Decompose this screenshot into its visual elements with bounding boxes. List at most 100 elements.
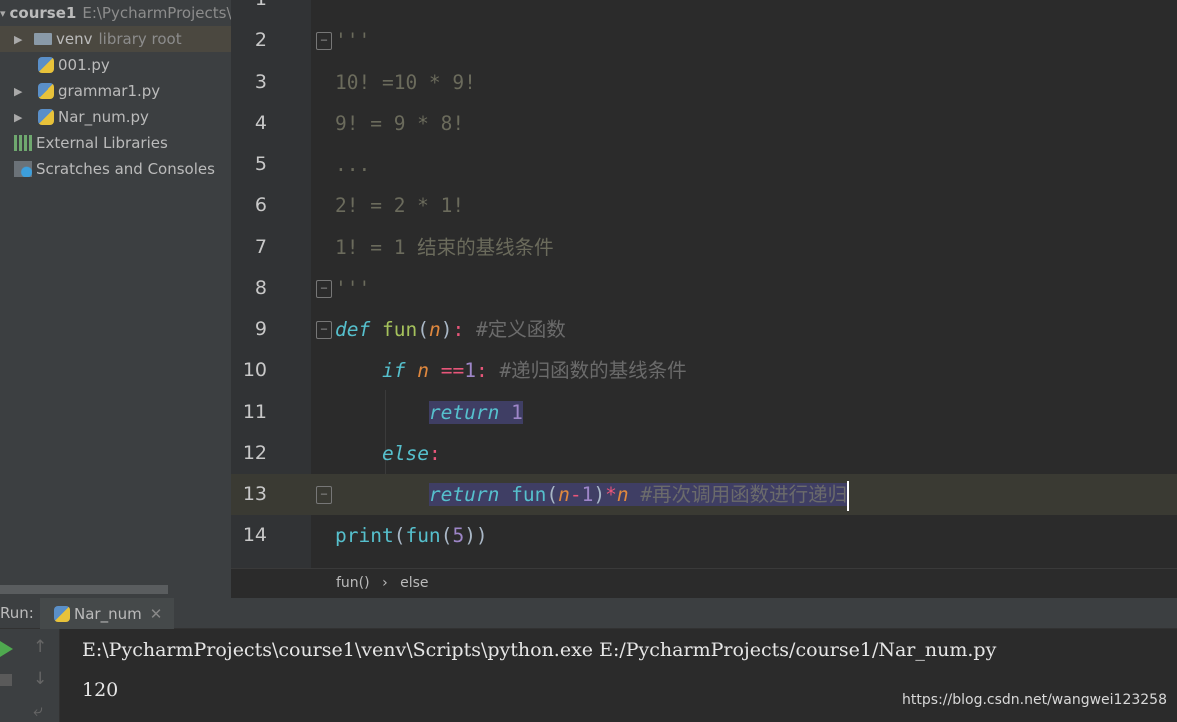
line-number: 7 — [254, 235, 267, 258]
item-note: library root — [98, 30, 182, 48]
code-token: ''' — [335, 276, 371, 300]
expand-arrow-icon[interactable]: ▶ — [14, 111, 26, 124]
tree-item-external-libraries[interactable]: External Libraries — [0, 130, 231, 156]
line-number: 11 — [242, 400, 267, 423]
python-file-icon — [38, 83, 54, 99]
run-tab-label: Nar_num — [74, 604, 142, 623]
code-token: 5 — [452, 524, 465, 548]
horizontal-scrollbar[interactable] — [0, 585, 168, 594]
expand-arrow-icon[interactable]: ▶ — [14, 85, 26, 98]
code-line[interactable]: 6 2! = 2 * 1! — [231, 185, 1177, 226]
code-editor[interactable]: 12−'''310! =10 * 9!49! = 9 * 8!5...62! =… — [231, 0, 1177, 568]
breadcrumb-separator: › — [382, 575, 388, 591]
code-line[interactable]: 8 − ''' — [231, 268, 1177, 309]
fold-marker-icon[interactable]: − — [316, 32, 332, 51]
project-sidebar: ▾ course1 E:\PycharmProjects\course1 ▶ v… — [0, 0, 231, 598]
code-token: 9! = 9 * 8! — [335, 111, 465, 135]
fold-marker-icon[interactable]: − — [316, 486, 332, 504]
code-line[interactable]: 14 print(fun(5)) — [231, 515, 1177, 556]
code-token: fun — [381, 318, 418, 341]
code-token: 1 — [581, 483, 594, 506]
line-number: 13 — [242, 483, 267, 505]
console-line: 120 — [82, 679, 119, 701]
code-token: - — [569, 483, 582, 506]
code-text: def fun(n): #定义函数 — [335, 309, 566, 350]
code-text: 2! = 2 * 1! — [335, 185, 464, 226]
run-console[interactable]: E:\PycharmProjects\course1\venv\Scripts\… — [60, 629, 1177, 722]
python-file-icon — [38, 109, 54, 125]
soft-wrap-icon[interactable]: ⤶ — [33, 701, 43, 721]
code-line[interactable]: 7 1! = 1 结束的基线条件 — [231, 227, 1177, 268]
console-line: E:\PycharmProjects\course1\venv\Scripts\… — [82, 639, 997, 661]
fold-marker-icon[interactable]: − — [316, 279, 332, 298]
line-number: 9 — [254, 318, 267, 340]
code-line[interactable]: 1 — [231, 0, 1177, 20]
code-token: n — [558, 483, 570, 506]
code-line[interactable]: 9 − def fun(n): #定义函数 — [231, 309, 1177, 350]
code-token — [499, 483, 512, 506]
line-number: 12 — [242, 441, 267, 464]
code-line[interactable]: 4 9! = 9 * 8! — [231, 103, 1177, 144]
code-token: ) — [593, 483, 606, 506]
stop-icon[interactable] — [0, 674, 12, 686]
tree-item-scratches[interactable]: Scratches and Consoles — [0, 156, 231, 182]
code-token: n — [417, 359, 429, 383]
code-token: : — [428, 441, 441, 465]
arrow-up-icon[interactable]: ↑ — [33, 637, 47, 657]
code-text: 1! = 1 结束的基线条件 — [335, 227, 554, 268]
breadcrumb-item[interactable]: else — [400, 575, 428, 591]
tree-item-nar-num-py[interactable]: ▶ Nar_num.py — [0, 104, 231, 130]
code-line[interactable]: 5... — [231, 144, 1177, 185]
close-icon[interactable]: ✕ — [150, 605, 163, 623]
line-number: 14 — [242, 524, 267, 547]
line-number: 3 — [254, 70, 267, 93]
item-label: Nar_num.py — [58, 108, 149, 126]
tree-item-grammar1-py[interactable]: ▶ grammar1.py — [0, 78, 231, 104]
code-text: ''' — [335, 268, 370, 309]
tree-item-venv[interactable]: ▶ venv library root — [0, 26, 231, 52]
expand-arrow-icon[interactable]: ▾ — [0, 7, 6, 20]
code-token: 1 — [499, 400, 523, 424]
code-line[interactable]: 10 if n ==1: #递归函数的基线条件 — [231, 350, 1177, 391]
tree-item-001-py[interactable]: 001.py — [0, 52, 231, 78]
breadcrumb-item[interactable]: fun() — [336, 575, 370, 591]
code-text: ''' — [335, 20, 370, 61]
folder-icon — [34, 33, 52, 45]
code-token: 2! = 2 * 1! — [335, 194, 465, 218]
code-text: else: — [335, 433, 441, 474]
code-token: 1! = 1 结束的基线条件 — [335, 235, 554, 259]
code-line[interactable]: 13− return fun(n-1)*n #再次调用函数进行递归 — [231, 474, 1177, 515]
code-token: )) — [464, 524, 488, 548]
code-text: 9! = 9 * 8! — [335, 103, 464, 144]
code-token: ''' — [335, 29, 371, 53]
root-name: course1 — [9, 4, 77, 22]
rerun-icon[interactable] — [0, 641, 13, 657]
code-token: ( — [417, 318, 429, 341]
arrow-down-icon[interactable]: ↓ — [33, 669, 47, 689]
line-number: 8 — [254, 276, 267, 299]
tree-root-course1[interactable]: ▾ course1 E:\PycharmProjects\course1 — [0, 0, 231, 26]
code-token: ) — [440, 318, 453, 341]
code-token: def — [335, 318, 371, 341]
code-token: else — [381, 441, 429, 465]
run-tab-nar-num[interactable]: Nar_num ✕ — [40, 598, 174, 629]
code-token: ( — [546, 483, 559, 506]
run-tab-bar: Run: Nar_num ✕ — [0, 598, 1177, 629]
code-line[interactable]: 12 else: — [231, 433, 1177, 474]
code-token: return — [428, 400, 500, 424]
fold-marker-icon[interactable]: − — [316, 321, 332, 339]
code-line[interactable]: 11 return 1 — [231, 392, 1177, 433]
expand-arrow-icon[interactable]: ▶ — [14, 33, 26, 46]
run-toolbar: ↑ ↓ ⤶ — [0, 629, 60, 722]
code-text: 10! =10 * 9! — [335, 62, 476, 103]
code-line[interactable]: 2 − ''' — [231, 20, 1177, 61]
code-token: 1 — [464, 359, 476, 383]
item-label: External Libraries — [36, 134, 168, 152]
code-text: print(fun(5)) — [335, 515, 488, 556]
code-line[interactable]: 3 10! =10 * 9! — [231, 62, 1177, 103]
code-token: #定义函数 — [475, 318, 566, 341]
